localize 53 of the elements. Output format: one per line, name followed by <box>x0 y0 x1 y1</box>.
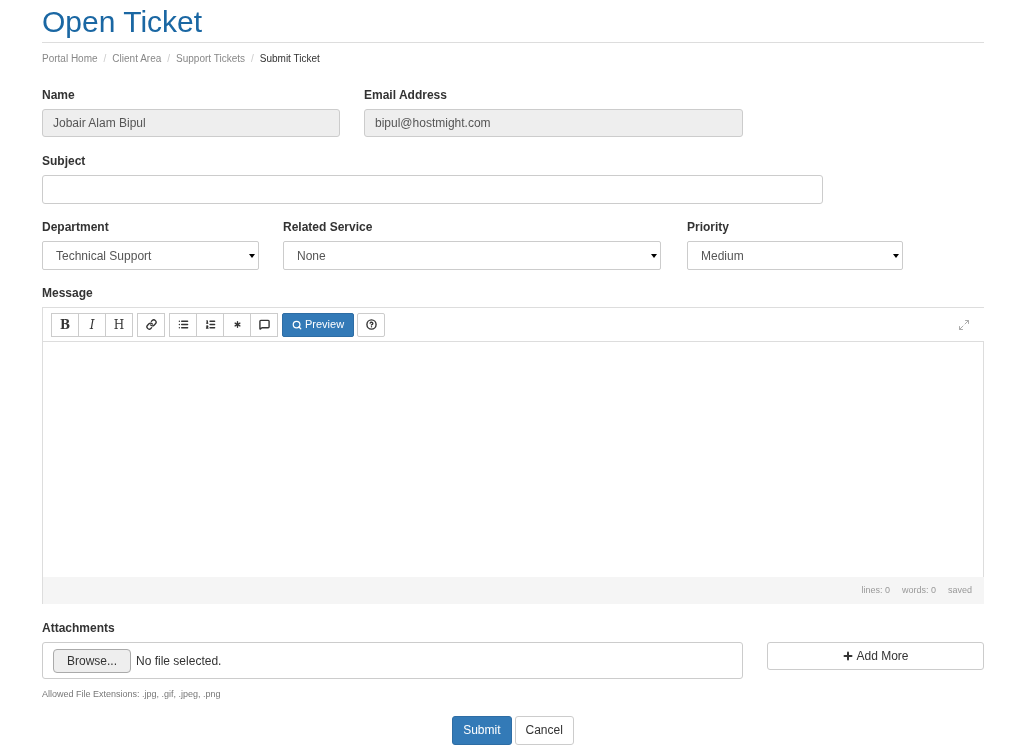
breadcrumb-separator: / <box>103 52 107 66</box>
file-status: No file selected. <box>136 652 222 670</box>
input-field[interactable]: bipul@hostmight.com <box>364 109 743 137</box>
caret-icon <box>893 253 899 258</box>
add-more-button[interactable]: Add More <box>767 642 984 670</box>
field-label: Email Address <box>364 87 448 104</box>
breadcrumb-link[interactable]: Client Area <box>112 51 162 66</box>
browse-button[interactable]: Browse... <box>53 648 131 673</box>
breadcrumb-link[interactable]: Submit Ticket <box>259 51 320 66</box>
status-text: words: 0 <box>901 583 936 597</box>
plus-icon <box>842 650 855 662</box>
help-button[interactable] <box>357 312 386 337</box>
breadcrumb-link[interactable]: Support Tickets <box>176 51 245 66</box>
field-label: Attachments <box>42 620 116 637</box>
toolbar-button[interactable] <box>137 312 165 337</box>
field-label: Name <box>42 87 76 104</box>
cancel-button[interactable]: Cancel <box>514 715 574 745</box>
link-icon <box>145 319 157 330</box>
field-label: Department <box>42 219 110 236</box>
caret-icon <box>651 253 657 258</box>
preview-button[interactable]: Preview <box>282 312 355 337</box>
input-field[interactable] <box>42 175 823 204</box>
select-field[interactable]: Technical Support <box>42 241 259 270</box>
format-button[interactable]: I <box>78 312 106 337</box>
hint-text: Allowed File Extensions: .jpg, .gif, .jpeg, .png <box>42 688 222 701</box>
submit-button[interactable]: Submit <box>452 715 512 745</box>
caret-icon <box>249 253 255 258</box>
bulleted-list-icon <box>177 319 189 330</box>
search-icon <box>292 319 302 330</box>
breadcrumb-separator: / <box>167 52 171 66</box>
file-input[interactable]: Browse... No file selected. <box>42 642 743 679</box>
select-field[interactable]: Medium <box>687 241 903 270</box>
status-text: saved <box>947 583 972 597</box>
field-label: Related Service <box>283 219 374 236</box>
fullscreen-icon <box>958 318 970 331</box>
field-label: Priority <box>687 219 730 236</box>
speech-bubble-icon <box>258 319 270 330</box>
breadcrumb-link[interactable]: Portal Home <box>42 51 98 66</box>
field-label: Message <box>42 285 94 302</box>
toolbar-button[interactable] <box>250 312 278 337</box>
status-text: lines: 0 <box>861 583 890 597</box>
toolbar-button[interactable] <box>223 312 251 337</box>
toolbar-button[interactable] <box>196 312 224 337</box>
format-button[interactable]: H <box>105 312 133 337</box>
breadcrumb-separator: / <box>251 52 254 66</box>
toolbar-button[interactable] <box>169 312 197 337</box>
page-title: Open Ticket <box>42 4 984 43</box>
numbered-list-icon <box>204 319 216 330</box>
field-label: Subject <box>42 153 87 170</box>
format-button[interactable]: B <box>51 312 79 337</box>
input-field[interactable]: Jobair Alam Bipul <box>42 109 340 137</box>
select-field[interactable]: None <box>283 241 661 270</box>
help-icon <box>365 319 377 330</box>
